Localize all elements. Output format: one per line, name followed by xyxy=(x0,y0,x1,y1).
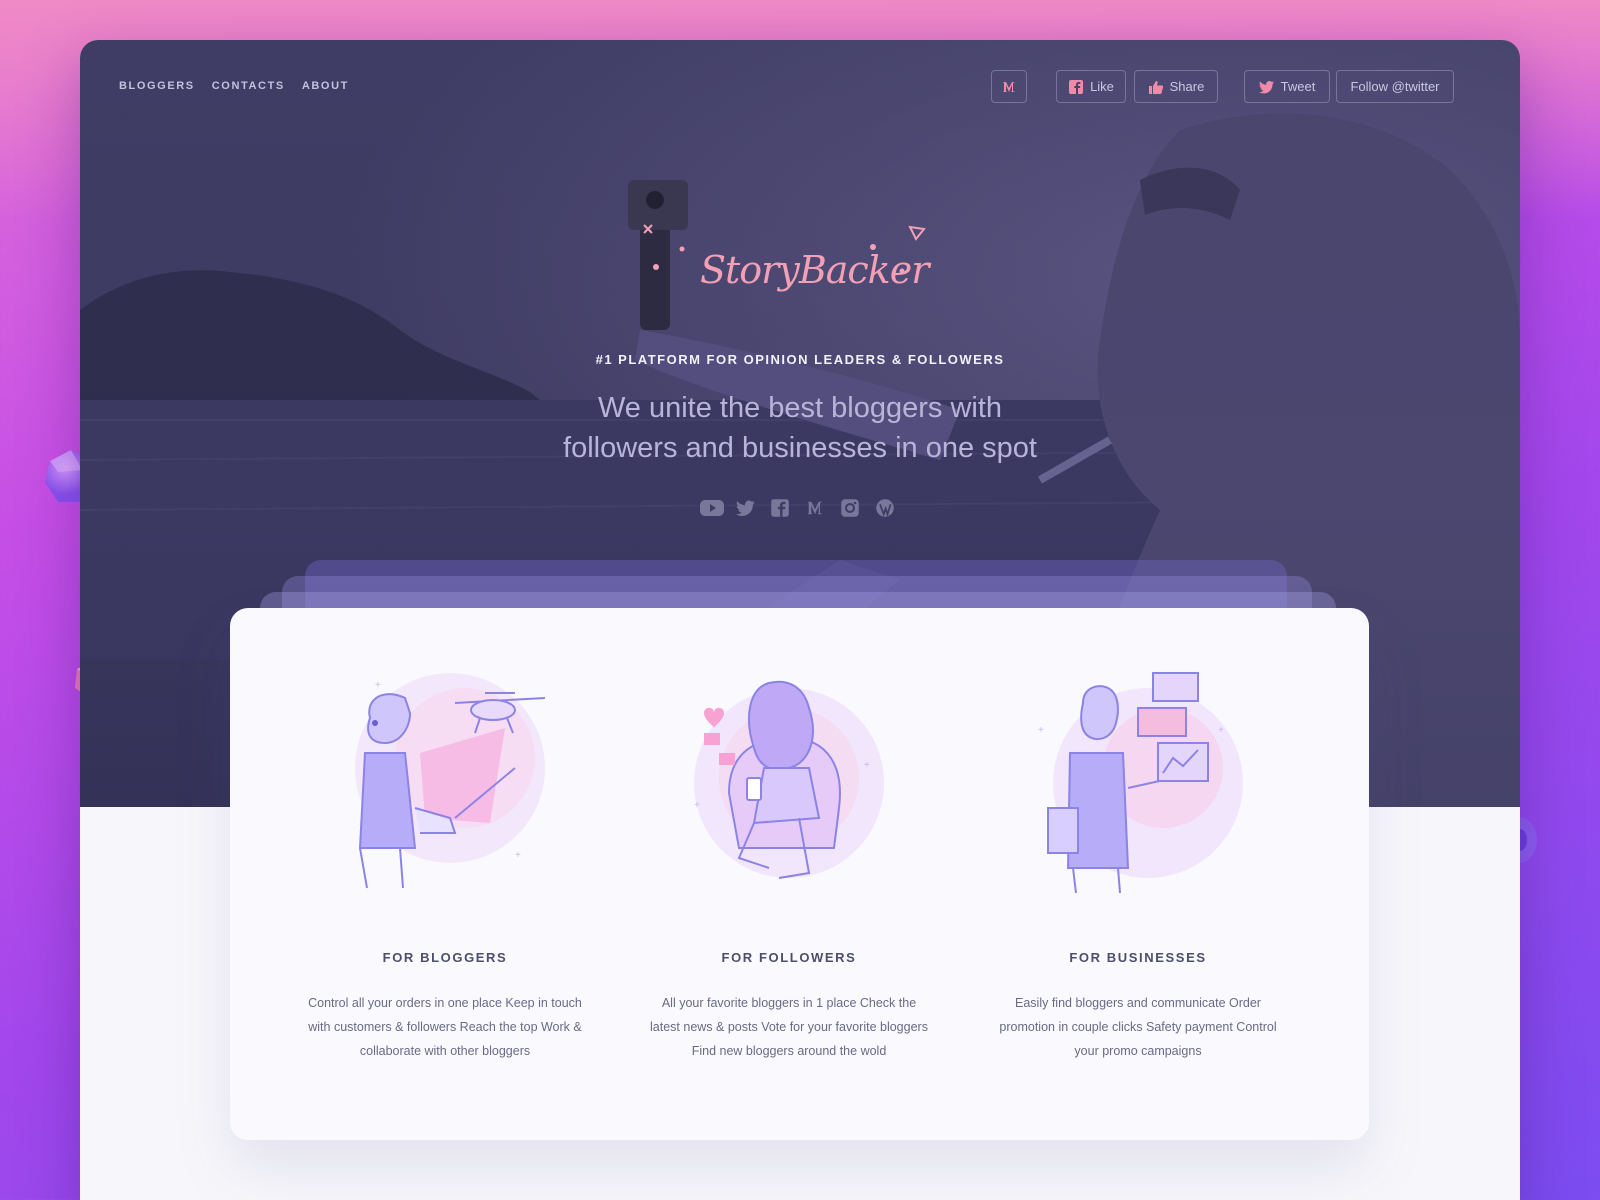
share-button[interactable]: Share xyxy=(1134,70,1218,103)
feature-text: Easily find bloggers and communicate Ord… xyxy=(999,996,1277,1058)
nav-bloggers[interactable]: BLOGGERS xyxy=(119,80,195,92)
facebook-icon xyxy=(1069,79,1084,94)
svg-text:+: + xyxy=(375,680,381,691)
follow-label: Follow @twitter xyxy=(1350,79,1440,94)
nav-contacts[interactable]: CONTACTS xyxy=(212,80,285,92)
follow-button[interactable]: Follow @twitter xyxy=(1336,70,1454,103)
medium-icon[interactable] xyxy=(805,498,827,518)
headline-line-1: We unite the best bloggers with xyxy=(597,392,1003,424)
headline-line-2: followers and businesses in one spot xyxy=(563,432,1037,464)
tweet-button[interactable]: Tweet xyxy=(1244,70,1330,103)
medium-icon xyxy=(1003,81,1015,92)
feature-title: FOR BUSINESSES xyxy=(1069,950,1207,965)
feature-title: FOR FOLLOWERS xyxy=(721,950,857,965)
storybacker-logo[interactable]: StoryBacker xyxy=(700,248,929,292)
features-card: + + FOR BLOGGERS Control all your orders… xyxy=(230,608,1369,1140)
twitter-icon xyxy=(1258,80,1274,93)
feature-title: FOR BLOGGERS xyxy=(382,950,508,965)
svg-text:+: + xyxy=(1038,725,1044,736)
share-label: Share xyxy=(1169,79,1205,94)
instagram-icon[interactable] xyxy=(840,498,862,518)
main-nav: BLOGGERS CONTACTS ABOUT xyxy=(119,80,349,92)
tweet-label: Tweet xyxy=(1280,79,1316,94)
social-icons-row xyxy=(700,498,897,518)
nav-about[interactable]: ABOUT xyxy=(302,80,349,92)
facebook-icon[interactable] xyxy=(770,498,792,518)
feature-text: All your favorite bloggers in 1 place Ch… xyxy=(650,996,928,1058)
follower-phone-illustration: + + xyxy=(694,680,884,879)
svg-text:+: + xyxy=(694,800,700,811)
like-label: Like xyxy=(1090,79,1114,94)
thumbs-up-icon xyxy=(1148,80,1163,94)
svg-text:+: + xyxy=(1218,725,1224,736)
twitter-icon[interactable] xyxy=(735,498,757,518)
hero-headline: We unite the best bloggers with follower… xyxy=(80,388,1520,468)
landing-frame: BLOGGERS CONTACTS ABOUT Like Share Tweet… xyxy=(80,40,1520,1200)
svg-text:+: + xyxy=(515,850,521,861)
blogger-drone-illustration: + + xyxy=(355,673,546,889)
wordpress-icon[interactable] xyxy=(875,498,897,518)
like-button[interactable]: Like xyxy=(1056,70,1126,103)
feature-text: Control all your orders in one place Kee… xyxy=(308,996,582,1058)
businessman-charts-illustration: + + xyxy=(1038,672,1243,894)
svg-text:+: + xyxy=(864,760,870,771)
hero-tagline: #1 PLATFORM FOR OPINION LEADERS & FOLLOW… xyxy=(595,352,1005,367)
youtube-icon[interactable] xyxy=(700,498,724,518)
medium-button[interactable] xyxy=(991,70,1027,103)
